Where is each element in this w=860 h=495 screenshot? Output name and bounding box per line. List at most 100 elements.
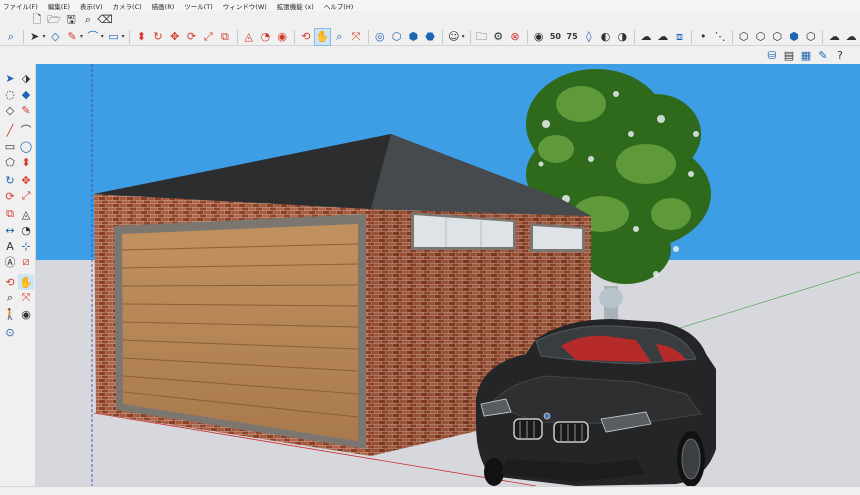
folder-icon[interactable]: 🗀 (474, 29, 490, 45)
chevron-down-icon[interactable]: ▾ (80, 33, 83, 40)
text-icon[interactable]: A (2, 238, 18, 254)
half-circle-icon[interactable]: ◐ (598, 29, 614, 45)
chevron-down-icon[interactable]: ▾ (101, 33, 104, 40)
menu-edit[interactable]: 編集(E) (48, 1, 70, 11)
server-icon[interactable]: ▤ (781, 47, 797, 63)
table-icon[interactable]: ▦ (798, 47, 814, 63)
zoom-extents-icon[interactable]: ⤧ (18, 290, 34, 306)
position-camera-icon[interactable]: ⊙ (2, 324, 18, 340)
follow-me-icon[interactable]: ↻ (2, 172, 18, 188)
cloud-sync-icon[interactable]: ☁ (843, 29, 859, 45)
3d-viewport[interactable] (36, 64, 860, 486)
pencil-icon[interactable]: ✎ (18, 102, 34, 118)
move-icon[interactable]: ✥ (167, 29, 183, 45)
axes-icon[interactable]: ⊹ (18, 238, 34, 254)
dot-icon[interactable]: • (695, 29, 711, 45)
rotate-icon[interactable]: ⟳ (2, 188, 18, 204)
3d-text-icon[interactable]: Ⓐ (2, 254, 18, 270)
front-view-icon[interactable]: ⬡ (769, 29, 785, 45)
save-icon[interactable]: 🖫 (63, 12, 79, 28)
eye-icon[interactable]: ◉ (531, 29, 547, 45)
pan-icon[interactable]: ✋ (18, 274, 34, 290)
arc-icon[interactable]: ⌒ (85, 29, 101, 45)
animation-speed-50[interactable]: 50 (548, 29, 564, 45)
water-drop-icon[interactable]: ◊ (581, 29, 597, 45)
help-icon[interactable]: ? (832, 47, 848, 63)
cloud-upload-icon[interactable]: ☁ (826, 29, 842, 45)
menu-camera[interactable]: カメラ(C) (113, 1, 142, 11)
chevron-down-icon[interactable]: ▾ (121, 33, 124, 40)
eraser-icon[interactable]: ◇ (47, 29, 63, 45)
chevron-down-icon[interactable]: ▾ (462, 33, 465, 40)
cloud-download-icon[interactable]: ☁ (655, 29, 671, 45)
select-icon[interactable]: ➤ (27, 29, 43, 45)
menu-tools[interactable]: ツール(T) (184, 1, 213, 11)
dotted-line-icon[interactable]: ⋱ (712, 29, 728, 45)
menu-draw[interactable]: 描画(R) (152, 1, 175, 11)
rectangle-icon[interactable]: ▭ (2, 138, 18, 154)
zoom-icon[interactable]: ⌕ (2, 290, 18, 306)
scale-icon[interactable]: ⤢ (18, 188, 34, 204)
walk-icon[interactable]: 🚶 (2, 306, 18, 322)
extension-warehouse-icon[interactable]: ⬣ (422, 29, 438, 45)
move-icon[interactable]: ✥ (18, 172, 34, 188)
iso-view-icon[interactable]: ⬡ (736, 29, 752, 45)
arc-icon[interactable]: ⌒ (18, 122, 34, 138)
orbit-icon[interactable]: ⟲ (298, 29, 314, 45)
share-model-icon[interactable]: ⬡ (389, 29, 405, 45)
menu-window[interactable]: ウィンドウ(W) (223, 1, 267, 11)
offset-icon[interactable]: ⧉ (217, 29, 233, 45)
user-icon[interactable]: ☺ (446, 29, 462, 45)
back-view-icon[interactable]: ⬡ (803, 29, 819, 45)
chevron-down-icon[interactable]: ▾ (42, 33, 45, 40)
lasso-icon[interactable]: ◌ (2, 86, 18, 102)
pan-icon[interactable]: ✋ (313, 27, 332, 46)
right-view-icon[interactable]: ⬢ (786, 29, 802, 45)
dimension-icon[interactable]: ↔ (2, 222, 18, 238)
select-icon[interactable]: ➤ (2, 70, 18, 86)
menu-help[interactable]: ヘルプ(H) (324, 1, 353, 11)
tape-measure-icon[interactable]: ◬ (18, 206, 34, 222)
close-icon[interactable]: ⊗ (507, 29, 523, 45)
circle-icon[interactable]: ◯ (18, 138, 34, 154)
follow-me-icon[interactable]: ↻ (150, 29, 166, 45)
push-pull-icon[interactable]: ⬍ (133, 29, 149, 45)
text-icon[interactable]: ◉ (274, 29, 290, 45)
tape-measure-icon[interactable]: ◬ (241, 29, 257, 45)
menu-file[interactable]: ファイル(F) (3, 1, 38, 11)
3d-warehouse-icon[interactable]: ◎ (372, 29, 388, 45)
eraser-icon[interactable]: ◇ (2, 102, 18, 118)
menu-extensions[interactable]: 拡張機能 (x) (277, 1, 314, 11)
paint-bucket-icon[interactable]: ◆ (18, 86, 34, 102)
look-around-icon[interactable]: ◉ (18, 306, 34, 322)
zoom-icon[interactable]: ⌕ (331, 29, 347, 45)
garage-door[interactable] (122, 224, 358, 441)
orbit-icon[interactable]: ⟲ (2, 274, 18, 290)
protractor-icon[interactable]: ◔ (18, 222, 34, 238)
share-component-icon[interactable]: ⬢ (405, 29, 421, 45)
rotate-icon[interactable]: ⟳ (184, 29, 200, 45)
open-folder-icon[interactable]: 🗁 (46, 12, 62, 28)
section-plane-icon[interactable]: ⧄ (18, 254, 34, 270)
top-view-icon[interactable]: ⬡ (753, 29, 769, 45)
push-pull-icon[interactable]: ⬍ (18, 154, 34, 170)
cloud-icon[interactable]: ☁ (638, 29, 654, 45)
rectangle-icon[interactable]: ▭ (106, 29, 122, 45)
pencil-icon[interactable]: ✎ (64, 29, 80, 45)
make-component-icon[interactable]: ⬗ (18, 70, 34, 86)
eraser-icon[interactable]: ⌫ (97, 12, 113, 28)
line-icon[interactable]: ╱ (2, 122, 18, 138)
gear-icon[interactable]: ⚙ (490, 29, 506, 45)
scale-icon[interactable]: ⤢ (200, 29, 216, 45)
animation-speed-75[interactable]: 75 (564, 29, 580, 45)
database-icon[interactable]: ⛁ (764, 47, 780, 63)
search-icon[interactable]: ⌕ (80, 12, 96, 28)
edit-list-icon[interactable]: ✎ (815, 47, 831, 63)
polygon-icon[interactable]: ⬠ (2, 154, 18, 170)
protractor-icon[interactable]: ◔ (258, 29, 274, 45)
offset-icon[interactable]: ⧉ (2, 206, 18, 222)
new-file-icon[interactable]: 🗋 (29, 12, 45, 28)
menu-view[interactable]: 表示(V) (80, 1, 103, 11)
zoom-extents-icon[interactable]: ⤧ (348, 29, 364, 45)
layers-icon[interactable]: ⧈ (672, 29, 688, 45)
